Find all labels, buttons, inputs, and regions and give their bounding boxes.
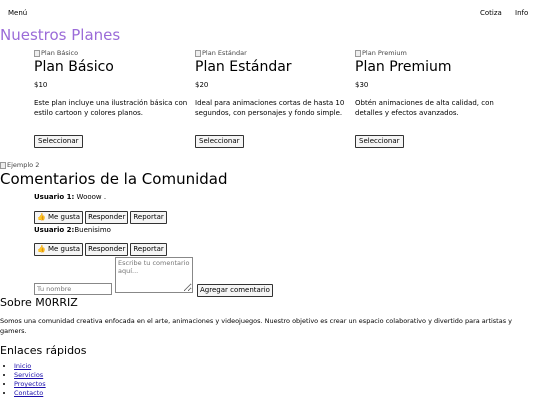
comment-actions: 👍 Me gusta Responder Reportar	[34, 243, 167, 256]
plan-description: Obtén animaciones de alta calidad, con d…	[355, 99, 494, 117]
about-title: Sobre M0RRIZ	[0, 296, 78, 309]
link-contacto[interactable]: Contacto	[14, 389, 43, 397]
report-button[interactable]: Reportar	[130, 243, 167, 256]
top-nav: Menú Cotiza Info	[0, 0, 540, 26]
link-proyectos[interactable]: Proyectos	[14, 380, 46, 388]
plan-image: Plan Básico	[34, 48, 189, 58]
broken-image-icon	[355, 49, 361, 57]
plan-name: Plan Estándar	[195, 59, 292, 75]
plan-description: Ideal para animaciones cortas de hasta 1…	[195, 99, 345, 117]
plan-price: $10	[34, 81, 48, 89]
about-text: Somos una comunidad creativa enfocada en…	[0, 317, 513, 335]
like-button[interactable]: 👍 Me gusta	[34, 211, 84, 224]
link-servicios[interactable]: Servicios	[14, 371, 43, 379]
plan-name: Plan Premium	[355, 59, 452, 75]
comment-item: Usuario 2:Buenisimo	[34, 226, 111, 235]
plan-image-alt: Plan Estándar	[202, 49, 247, 57]
list-item: Proyectos	[14, 380, 46, 389]
plan-card-standard: Plan Estándar Plan Estándar $20 Ideal pa…	[195, 48, 350, 148]
broken-image-icon	[195, 49, 201, 57]
comment-user: Usuario 2:	[34, 226, 75, 234]
plan-image-alt: Plan Premium	[362, 49, 407, 57]
link-inicio[interactable]: Inicio	[14, 362, 31, 370]
select-plan-button[interactable]: Seleccionar	[34, 135, 83, 148]
example-image: Ejemplo 2	[0, 160, 39, 170]
plan-name: Plan Básico	[34, 59, 114, 75]
select-plan-button[interactable]: Seleccionar	[355, 135, 404, 148]
plan-price: $20	[195, 81, 209, 89]
broken-image-icon	[0, 161, 6, 169]
comment-actions: 👍 Me gusta Responder Reportar	[34, 211, 167, 224]
name-input[interactable]	[34, 283, 112, 295]
plan-description: Este plan incluye una ilustración básica…	[34, 99, 188, 117]
plan-card-basic: Plan Básico Plan Básico $10 Este plan in…	[34, 48, 189, 148]
list-item: Contacto	[14, 389, 46, 398]
nav-menu-link[interactable]: Menú	[8, 9, 27, 17]
report-button[interactable]: Reportar	[130, 211, 167, 224]
plan-image-alt: Plan Básico	[41, 49, 79, 57]
list-item: Inicio	[14, 362, 46, 371]
plan-card-premium: Plan Premium Plan Premium $30 Obtén anim…	[355, 48, 510, 148]
plan-price: $30	[355, 81, 369, 89]
like-button[interactable]: 👍 Me gusta	[34, 243, 84, 256]
quick-links-list: Inicio Servicios Proyectos Contacto	[6, 362, 46, 398]
comment-user: Usuario 1:	[34, 193, 75, 201]
comment-text: Wooow .	[74, 193, 107, 201]
comments-title: Comentarios de la Comunidad	[0, 170, 228, 188]
broken-image-icon	[34, 49, 40, 57]
nav-cotiza-link[interactable]: Cotiza	[480, 9, 502, 17]
nav-info-link[interactable]: Info	[515, 9, 528, 17]
plan-image: Plan Estándar	[195, 48, 350, 58]
reply-button[interactable]: Responder	[85, 243, 129, 256]
comment-item: Usuario 1: Wooow .	[34, 193, 106, 202]
list-item: Servicios	[14, 371, 46, 380]
quick-links-title: Enlaces rápidos	[0, 344, 87, 357]
select-plan-button[interactable]: Seleccionar	[195, 135, 244, 148]
add-comment-button[interactable]: Agregar comentario	[197, 284, 273, 297]
reply-button[interactable]: Responder	[85, 211, 129, 224]
comment-text: Buenisimo	[74, 226, 111, 234]
comment-textarea[interactable]	[115, 257, 193, 293]
example-image-alt: Ejemplo 2	[7, 161, 40, 169]
plan-image: Plan Premium	[355, 48, 510, 58]
plans-title: Nuestros Planes	[0, 26, 121, 44]
